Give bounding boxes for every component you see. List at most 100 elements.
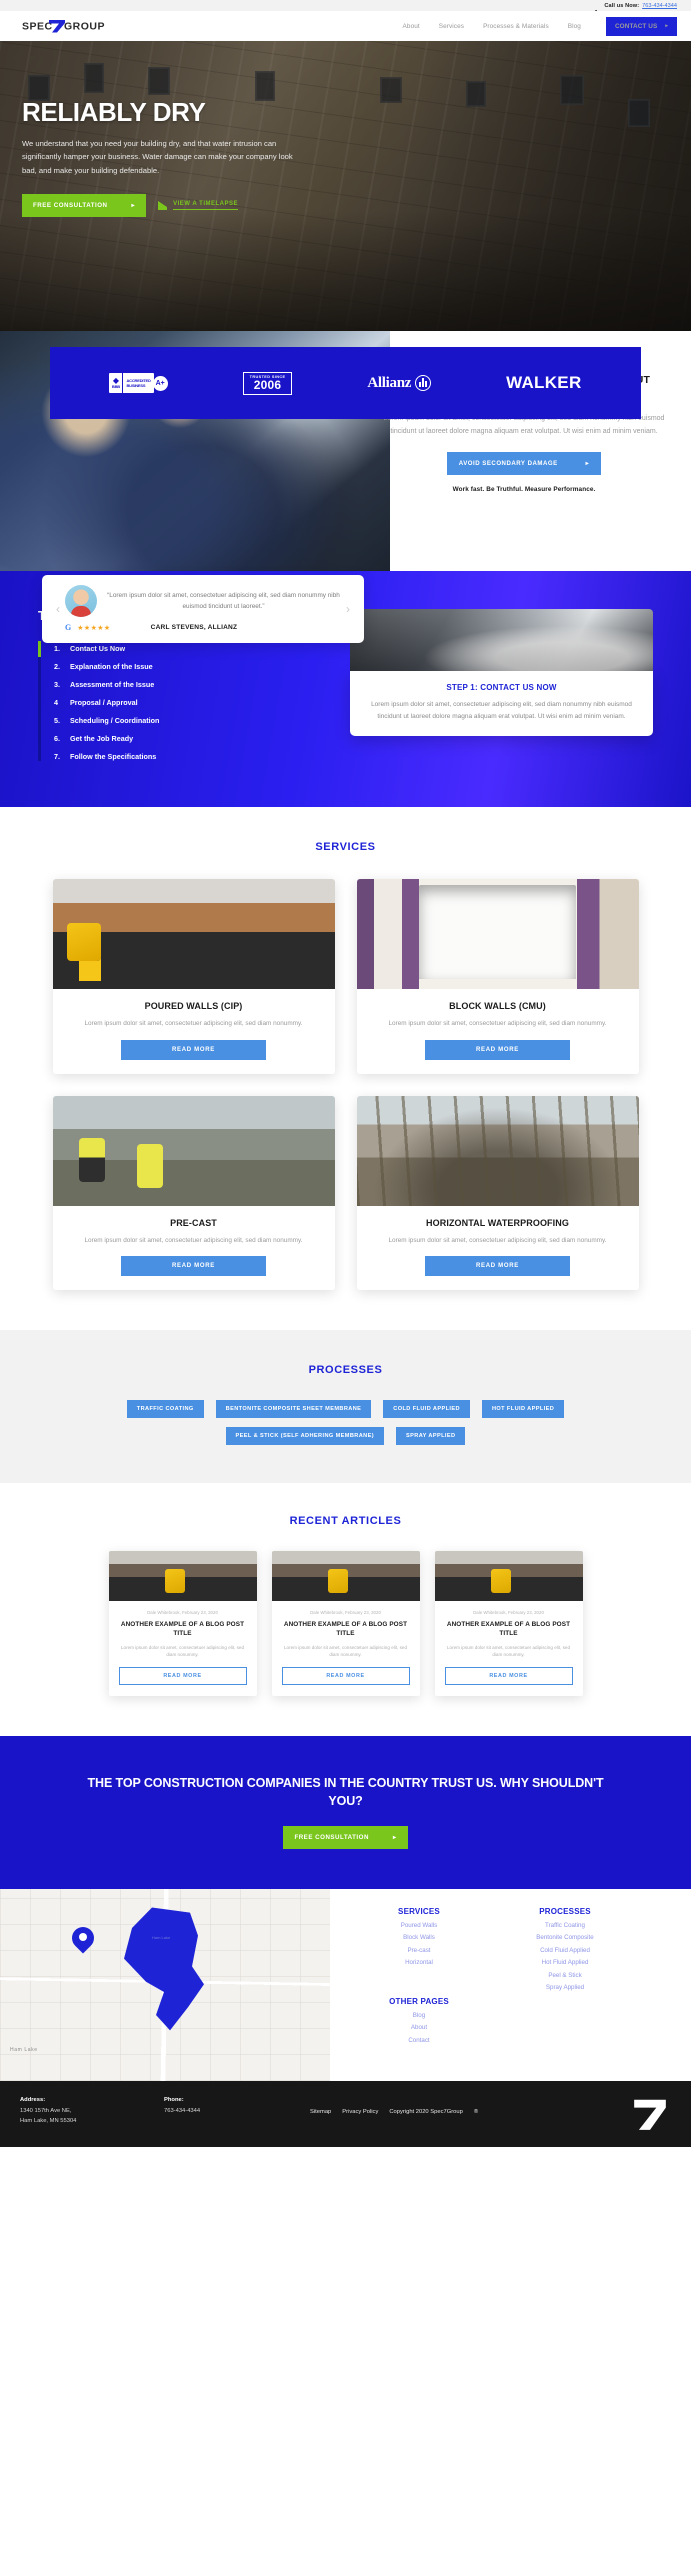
top-phone-link[interactable]: 763-434-4344 — [642, 3, 677, 9]
way-step[interactable]: 6. Get the Job Ready — [48, 729, 328, 747]
step-number: 5. — [54, 715, 60, 725]
footer-phone-block: Phone: 763-434-4344 — [164, 2097, 284, 2115]
footer-link-about[interactable]: About — [360, 2024, 478, 2031]
footer-link-hot-fluid-applied[interactable]: Hot Fluid Applied — [506, 1959, 624, 1966]
nav-item-processes-materials[interactable]: Processes & Materials — [483, 23, 549, 30]
bbb-business-label: BUSINESS — [126, 383, 146, 388]
article-title: ANOTHER EXAMPLE OF A BLOG POST TITLE — [120, 1621, 245, 1638]
phone-label: Phone: — [164, 2097, 184, 2104]
article-desc: Lorem ipsum dolor sit amet, consectetuer… — [446, 1644, 571, 1658]
way-card-title: STEP 1: CONTACT US NOW — [446, 683, 557, 692]
walker-logo: WALKER — [506, 373, 582, 392]
article-card[interactable]: Dale Whitebrook, February 23, 2020 ANOTH… — [271, 1551, 420, 1697]
free-consultation-button[interactable]: FREE CONSULTATION ▸ — [22, 193, 147, 217]
footer-link-contact[interactable]: Contact — [360, 2037, 478, 2044]
way-step[interactable]: 7. Follow the Specifications — [48, 747, 328, 765]
step-label: Explanation of the Issue — [70, 661, 153, 671]
nav-item-services[interactable]: Services — [439, 23, 464, 30]
article-card[interactable]: Dale Whitebrook, February 23, 2020 ANOTH… — [108, 1551, 257, 1697]
view-timelapse-link[interactable]: VIEW A TIMELAPSE — [158, 200, 239, 210]
article-read-more-button[interactable]: READ MORE — [281, 1667, 410, 1686]
footer-other-pages-column: OTHER PAGES Blog About Contact — [360, 1997, 478, 2044]
step-number: 4 — [54, 697, 58, 707]
service-read-more-button[interactable]: READ MORE — [425, 1256, 570, 1277]
service-card[interactable]: HORIZONTAL WATERPROOFING Lorem ipsum dol… — [356, 1095, 639, 1291]
service-card[interactable]: POURED WALLS (CIP) Lorem ipsum dolor sit… — [52, 879, 335, 1074]
process-tag[interactable]: COLD FLUID APPLIED — [383, 1400, 470, 1419]
allianz-mark-icon — [415, 375, 432, 391]
footer-link-spray-applied[interactable]: Spray Applied — [506, 1984, 624, 1991]
article-image — [434, 1551, 583, 1602]
article-desc: Lorem ipsum dolor sit amet, consectetuer… — [120, 1644, 245, 1658]
contact-us-button[interactable]: CONTACT US ▸ — [605, 16, 677, 36]
chevron-right-icon: ▸ — [665, 23, 668, 29]
step-number: 2. — [54, 661, 60, 671]
article-card[interactable]: Dale Whitebrook, February 23, 2020 ANOTH… — [434, 1551, 583, 1697]
services-heading: SERVICES — [315, 841, 376, 853]
article-read-more-button[interactable]: READ MORE — [118, 1667, 247, 1686]
footer-link-poured-walls[interactable]: Poured Walls — [360, 1922, 478, 1929]
articles-heading: RECENT ARTICLES — [289, 1515, 402, 1528]
cta-free-consultation-button[interactable]: FREE CONSULTATION ▸ — [283, 1826, 408, 1850]
footer-link-pre-cast[interactable]: Pre-cast — [360, 1947, 478, 1954]
testimonial-prev-arrow[interactable]: ‹ — [56, 602, 60, 616]
footer-link-horizontal[interactable]: Horizontal — [360, 1959, 478, 1966]
way-step-photo — [350, 609, 653, 671]
chevron-right-icon: ▸ — [392, 1834, 397, 1842]
service-title: PRE-CAST — [170, 1217, 217, 1228]
rating-stars: ★★★★★ — [77, 624, 111, 632]
nav-item-about[interactable]: About — [403, 23, 420, 30]
footer-link-bentonite-composite[interactable]: Bentonite Composite — [506, 1934, 624, 1941]
hero-title: RELIABLY DRY — [22, 97, 206, 127]
testimonial-footer: G ★★★★★ CARL STEVENS, ALLIANZ — [65, 623, 341, 632]
bbb-abbrev: BBB — [111, 384, 120, 389]
process-tag[interactable]: TRAFFIC COATING — [126, 1400, 204, 1419]
way-card-body: Lorem ipsum dolor sit amet, consectetuer… — [371, 701, 632, 720]
service-read-more-button[interactable]: READ MORE — [121, 1039, 266, 1060]
footer-phone-value[interactable]: 763-434-4344 — [164, 2107, 284, 2116]
hero-window — [380, 77, 402, 103]
step-label: Follow the Specifications — [70, 751, 157, 761]
footer-address-block: Address: 1340 157th Ave NE, Ham Lake, MN… — [20, 2097, 120, 2125]
footer-services-heading: SERVICES — [398, 1907, 440, 1917]
way-step[interactable]: 4 Proposal / Approval — [48, 693, 328, 711]
service-card[interactable]: BLOCK WALLS (CMU) Lorem ipsum dolor sit … — [356, 879, 639, 1074]
article-image — [271, 1551, 420, 1602]
testimonial-author: CARL STEVENS, ALLIANZ — [150, 624, 238, 631]
contact-us-label: CONTACT US — [614, 22, 658, 30]
phone-icon — [595, 3, 602, 16]
process-tag[interactable]: PEEL & STICK (SELF ADHERING MEMBRANE) — [225, 1427, 385, 1446]
footer-link-cold-fluid-applied[interactable]: Cold Fluid Applied — [506, 1947, 624, 1954]
footer-link-blog[interactable]: Blog — [360, 2012, 478, 2019]
way-step[interactable]: 2. Explanation of the Issue — [48, 657, 328, 675]
step-label: Assessment of the Issue — [70, 679, 155, 689]
allianz-logo: Allianz — [367, 375, 432, 392]
address-line-2: Ham Lake, MN 55304 — [20, 2117, 77, 2124]
testimonial-next-arrow[interactable]: › — [346, 602, 350, 616]
step-number: 7. — [54, 751, 60, 761]
article-read-more-button[interactable]: READ MORE — [444, 1667, 573, 1686]
process-tag[interactable]: SPRAY APPLIED — [396, 1427, 466, 1446]
service-card[interactable]: PRE-CAST Lorem ipsum dolor sit amet, con… — [52, 1095, 335, 1291]
way-step[interactable]: 5. Scheduling / Coordination — [48, 711, 328, 729]
service-read-more-button[interactable]: READ MORE — [425, 1039, 570, 1060]
article-image — [108, 1551, 257, 1602]
sitemap-link[interactable]: Sitemap — [310, 2109, 331, 2115]
avoid-secondary-damage-button[interactable]: AVOID SECONDARY DAMAGE ▸ — [446, 452, 602, 476]
service-read-more-button[interactable]: READ MORE — [121, 1256, 266, 1277]
footer-link-traffic-coating[interactable]: Traffic Coating — [506, 1922, 624, 1929]
privacy-policy-link[interactable]: Privacy Policy — [342, 2109, 378, 2115]
google-icon: G — [65, 623, 72, 632]
site-logo[interactable]: SPEC GROUP — [22, 18, 120, 34]
location-map[interactable]: Ham Lake Ham Lake — [0, 1889, 330, 2082]
service-image — [356, 1095, 639, 1206]
process-tag[interactable]: HOT FLUID APPLIED — [481, 1400, 565, 1419]
nav-item-blog[interactable]: Blog — [568, 23, 581, 30]
footer-link-block-walls[interactable]: Block Walls — [360, 1934, 478, 1941]
process-tag[interactable]: BENTONITE COMPOSITE SHEET MEMBRANE — [215, 1400, 372, 1419]
processes-heading: PROCESSES — [308, 1364, 383, 1377]
way-step[interactable]: 3. Assessment of the Issue — [48, 675, 328, 693]
footer-link-peel-and-stick[interactable]: Peel & Stick — [506, 1972, 624, 1979]
map-pin-icon[interactable] — [67, 1922, 99, 1957]
step-number: 3. — [54, 679, 60, 689]
